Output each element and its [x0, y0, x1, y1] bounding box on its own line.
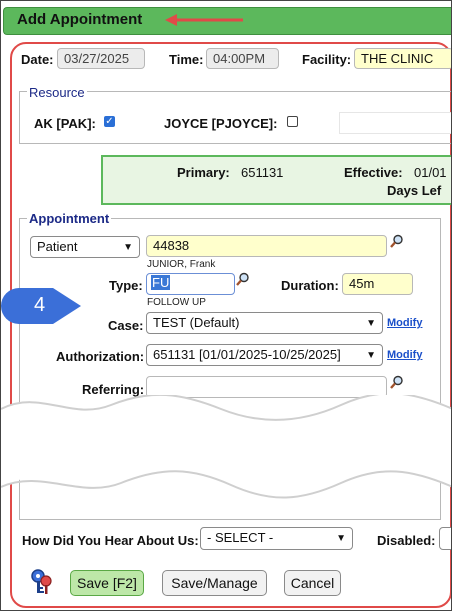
authorization-label: Authorization: — [56, 349, 145, 364]
effective-label: Effective: — [344, 165, 403, 180]
authorization-value: 651131 [01/01/2025-10/25/2025] — [153, 347, 341, 362]
days-left-label: Days Lef — [387, 183, 442, 198]
authorization-select[interactable]: 651131 [01/01/2025-10/25/2025] ▼ — [146, 344, 383, 366]
facility-label: Facility: — [302, 52, 352, 67]
hear-about-us-label: How Did You Hear About Us: — [22, 533, 199, 548]
case-select[interactable]: TEST (Default) ▼ — [146, 312, 383, 334]
step-number: 4 — [34, 294, 46, 316]
duration-field[interactable]: 45m — [342, 273, 413, 295]
duration-label: Duration: — [281, 278, 339, 293]
resource-legend: Resource — [27, 85, 87, 100]
disabled-select[interactable] — [439, 527, 451, 550]
date-field[interactable]: 03/27/2025 — [57, 48, 145, 69]
chevron-down-icon: ▼ — [366, 318, 376, 329]
hear-about-us-value: - SELECT - — [207, 530, 274, 545]
magnifier-icon[interactable] — [390, 234, 404, 248]
save-manage-button[interactable]: Save/Manage — [162, 570, 267, 596]
keys-icon[interactable] — [28, 567, 56, 597]
chevron-down-icon: ▼ — [123, 242, 133, 253]
case-modify-link[interactable]: Modify — [387, 317, 422, 329]
patient-type-select[interactable]: Patient ▼ — [30, 236, 140, 258]
resource-joyce-label: JOYCE [PJOYCE]: — [164, 116, 278, 131]
chevron-down-icon: ▼ — [336, 533, 346, 544]
checkmark-icon: ✓ — [105, 116, 114, 127]
effective-value: 01/01 — [414, 165, 447, 180]
save-button[interactable]: Save [F2] — [70, 570, 144, 596]
torn-section-break — [1, 395, 451, 499]
patient-type-value: Patient — [37, 239, 78, 254]
chevron-down-icon: ▼ — [366, 350, 376, 361]
time-label: Time: — [169, 52, 204, 67]
magnifier-icon[interactable] — [390, 375, 404, 389]
cancel-button[interactable]: Cancel — [284, 570, 341, 596]
time-field[interactable]: 04:00PM — [206, 48, 279, 69]
type-description: FOLLOW UP — [147, 297, 206, 308]
magnifier-icon[interactable] — [236, 272, 250, 286]
resource-blank-field — [339, 112, 451, 134]
type-label: Type: — [109, 278, 143, 293]
patient-id-field[interactable]: 44838 — [146, 235, 387, 257]
hear-about-us-select[interactable]: - SELECT - ▼ — [200, 527, 353, 550]
authorization-modify-link[interactable]: Modify — [387, 349, 422, 361]
primary-label: Primary: — [177, 165, 230, 180]
primary-value: 651131 — [241, 165, 284, 180]
case-value: TEST (Default) — [153, 315, 240, 330]
disabled-label: Disabled: — [377, 533, 436, 548]
resource-joyce-checkbox[interactable] — [287, 116, 298, 127]
patient-name: JUNIOR, Frank — [147, 259, 216, 270]
resource-ak-label: AK [PAK]: — [34, 116, 96, 131]
resource-ak-checkbox[interactable]: ✓ — [104, 116, 115, 127]
type-value: FU — [151, 275, 171, 290]
date-label: Date: — [21, 52, 54, 67]
appointment-legend: Appointment — [27, 211, 112, 226]
case-label: Case: — [108, 318, 144, 333]
type-field[interactable]: FU — [146, 273, 235, 295]
facility-field[interactable]: THE CLINIC — [354, 48, 451, 69]
appointment-dialog: Add Appointment Date: 03/27/2025 Time: 0… — [0, 0, 452, 611]
arrow-left-icon — [165, 14, 243, 26]
dialog-title: Add Appointment — [17, 11, 143, 28]
